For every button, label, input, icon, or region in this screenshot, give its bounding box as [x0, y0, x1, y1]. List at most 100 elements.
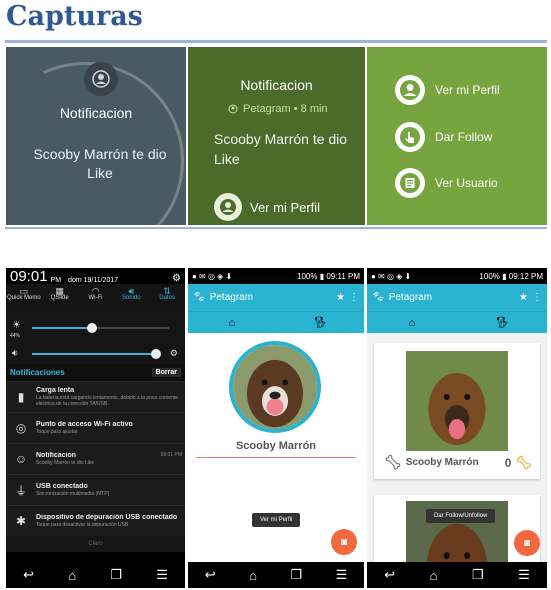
app-title: Petagram	[209, 292, 254, 303]
touch-icon	[395, 122, 425, 152]
status-bar: ● ✉ ◎ ◈ ⬇ 100% ▮ 09:12 PM	[367, 268, 547, 284]
person-icon	[228, 104, 238, 114]
pet-card[interactable]: 🦴︎ Scooby Marrón 0 🦴︎	[374, 343, 540, 479]
clear-button[interactable]: Borrar	[151, 368, 181, 377]
notification-time: 09:01 PM	[160, 452, 182, 458]
star-icon[interactable]: ★	[519, 292, 528, 303]
battery-icon: ▮	[17, 390, 25, 404]
app-bar: 🐾︎ Petagram ★ ⋮	[367, 284, 547, 311]
brightness-icon: ☀	[12, 320, 21, 331]
status-time: 09:12 PM	[508, 271, 543, 281]
tab-profile[interactable]: 🐕︎	[276, 312, 364, 333]
bone-icon: 🦴︎	[384, 454, 402, 470]
wifi-icon: ◠	[91, 286, 100, 296]
profile-photo	[229, 341, 321, 433]
star-icon[interactable]: ★	[336, 292, 345, 303]
back-icon[interactable]: ↩	[23, 567, 34, 583]
notification-item[interactable]: ✱ Dispositivo de depuración USB conectad…	[6, 505, 185, 536]
status-icons: ● ✉ ◎ ◈ ⬇	[192, 271, 233, 281]
status-time: 09:11 PM	[326, 271, 360, 281]
memo-icon: ▭	[19, 286, 29, 296]
dar-follow-action[interactable]: Dar Follow	[395, 122, 492, 152]
menu-icon[interactable]: ☰	[336, 567, 348, 583]
wear-notification-card[interactable]: Notificacion Scooby Marrón te dio Like	[6, 47, 186, 225]
quick-memo-toggle[interactable]: ▭ Quick Memo	[6, 284, 42, 314]
recents-icon[interactable]: ❐	[110, 567, 122, 583]
date: dom 19/11/2017	[68, 277, 119, 284]
ver-mi-perfil-button[interactable]: Ver mi Perfil	[214, 193, 320, 221]
bug-icon: ✱	[15, 514, 27, 528]
avatar-icon	[84, 62, 118, 96]
dog-photo	[233, 345, 317, 429]
recents-icon[interactable]: ❐	[290, 567, 302, 583]
recents-icon[interactable]: ❐	[472, 567, 484, 583]
data-arrows-icon: ⇅	[163, 286, 171, 296]
home-icon[interactable]: ⌂	[249, 568, 257, 583]
home-icon: ⌂	[228, 316, 236, 329]
notification-item[interactable]: ◎ Punto de acceso Wi-Fi activo Toque para…	[6, 412, 185, 443]
status-header: 09:01 PM dom 19/11/2017 ⚙	[6, 268, 185, 284]
overflow-menu-icon[interactable]: ⋮	[532, 292, 542, 303]
phone-profile: ● ✉ ◎ ◈ ⬇ 100% ▮ 09:11 PM 🐾︎ Petagram ★ …	[188, 268, 364, 588]
menu-icon[interactable]: ☰	[518, 567, 530, 583]
grid-icon: ▦	[55, 286, 64, 296]
ver-usuario-action[interactable]: Ver Usuario	[395, 168, 498, 198]
status-bar: ● ✉ ◎ ◈ ⬇ 100% ▮ 09:11 PM	[188, 268, 364, 284]
tab-home[interactable]: ⌂	[367, 312, 457, 333]
volume-fill	[32, 353, 157, 355]
home-icon: ⌂	[408, 316, 416, 329]
paw-icon: 🐾︎	[193, 292, 206, 303]
gold-bone-icon[interactable]: 🦴︎	[515, 455, 532, 471]
camera-fab[interactable]: ◙	[331, 529, 357, 555]
divider	[5, 227, 547, 229]
notification-item[interactable]: ⏚ USB conectado Sincronización multimedia…	[6, 474, 185, 505]
dog-name: Scooby Marrón	[405, 457, 479, 468]
usb-icon: ⏚	[14, 483, 27, 498]
clear-label[interactable]: Claro	[6, 536, 185, 552]
pet-card[interactable]: Dar Follow/Unfollow	[374, 495, 540, 562]
sliders: ☀ 44% 🔉︎ ⚙	[6, 314, 185, 364]
paw-icon: 🐾︎	[372, 292, 385, 303]
brightness-value: 44%	[10, 333, 21, 339]
person-icon	[395, 75, 425, 105]
brightness-slider[interactable]	[32, 323, 169, 333]
tab-home[interactable]: ⌂	[188, 312, 276, 333]
menu-icon[interactable]: ☰	[156, 567, 168, 583]
volume-slider[interactable]	[32, 349, 162, 359]
home-icon[interactable]: ⌂	[430, 568, 438, 583]
notification-item-petagram[interactable]: ☺ Notificacion Scooby Marrón te dio Like …	[6, 443, 185, 474]
overflow-menu-icon[interactable]: ⋮	[349, 292, 359, 303]
tab-profile[interactable]: 🐕︎	[457, 312, 547, 333]
user-card-icon	[395, 168, 425, 198]
data-toggle[interactable]: ⇅ Datos	[149, 284, 185, 314]
notification-item[interactable]: ▮ Carga lenta La batería está cargando le…	[6, 381, 185, 412]
page: { "heading": "Capturas", "wear1": {"titl…	[0, 0, 551, 590]
dog-name: Scooby Marrón	[235, 440, 317, 452]
home-icon[interactable]: ⌂	[68, 568, 76, 583]
wifi-toggle[interactable]: ◠ Wi-Fi	[78, 284, 114, 314]
gear-icon[interactable]: ⚙	[170, 348, 178, 359]
brightness-knob	[87, 323, 98, 333]
volume-knob	[151, 349, 162, 359]
ver-mi-perfil-action[interactable]: Ver mi Perfil	[395, 75, 500, 105]
notifications-header: Notificaciones Borrar	[6, 364, 185, 381]
clock: 09:01	[10, 268, 48, 285]
wear-notification-detail[interactable]: Notificacion Petagram • 8 min Scooby Mar…	[188, 47, 365, 225]
battery-level: 100%	[297, 271, 318, 281]
back-icon[interactable]: ↩	[384, 567, 395, 583]
sound-toggle[interactable]: 🔊︎ Sonido	[113, 284, 149, 314]
phone-notification-shade: 09:01 PM dom 19/11/2017 ⚙ ▭ Quick Memo ▦ Q…	[6, 268, 185, 588]
wear-actions-menu: Ver mi Perfil Dar Follow Ver Usuario	[367, 47, 547, 225]
divider	[196, 457, 356, 458]
dog-icon: 🐕︎	[313, 317, 327, 329]
back-icon[interactable]: ↩	[205, 567, 216, 583]
dog-photo	[406, 351, 508, 451]
battery-level: 100%	[479, 271, 500, 281]
qslide-toggle[interactable]: ▦ QSlide	[42, 284, 78, 314]
camera-fab[interactable]: ◙	[514, 530, 540, 556]
status-icons: ● ✉ ◎ ◈ ⬇	[371, 271, 412, 281]
gear-icon[interactable]: ⚙	[172, 273, 181, 284]
notification-body: Scooby Marrón te dio Like	[33, 146, 167, 181]
divider	[5, 40, 547, 43]
action-label: Ver mi Perfil	[250, 199, 321, 215]
